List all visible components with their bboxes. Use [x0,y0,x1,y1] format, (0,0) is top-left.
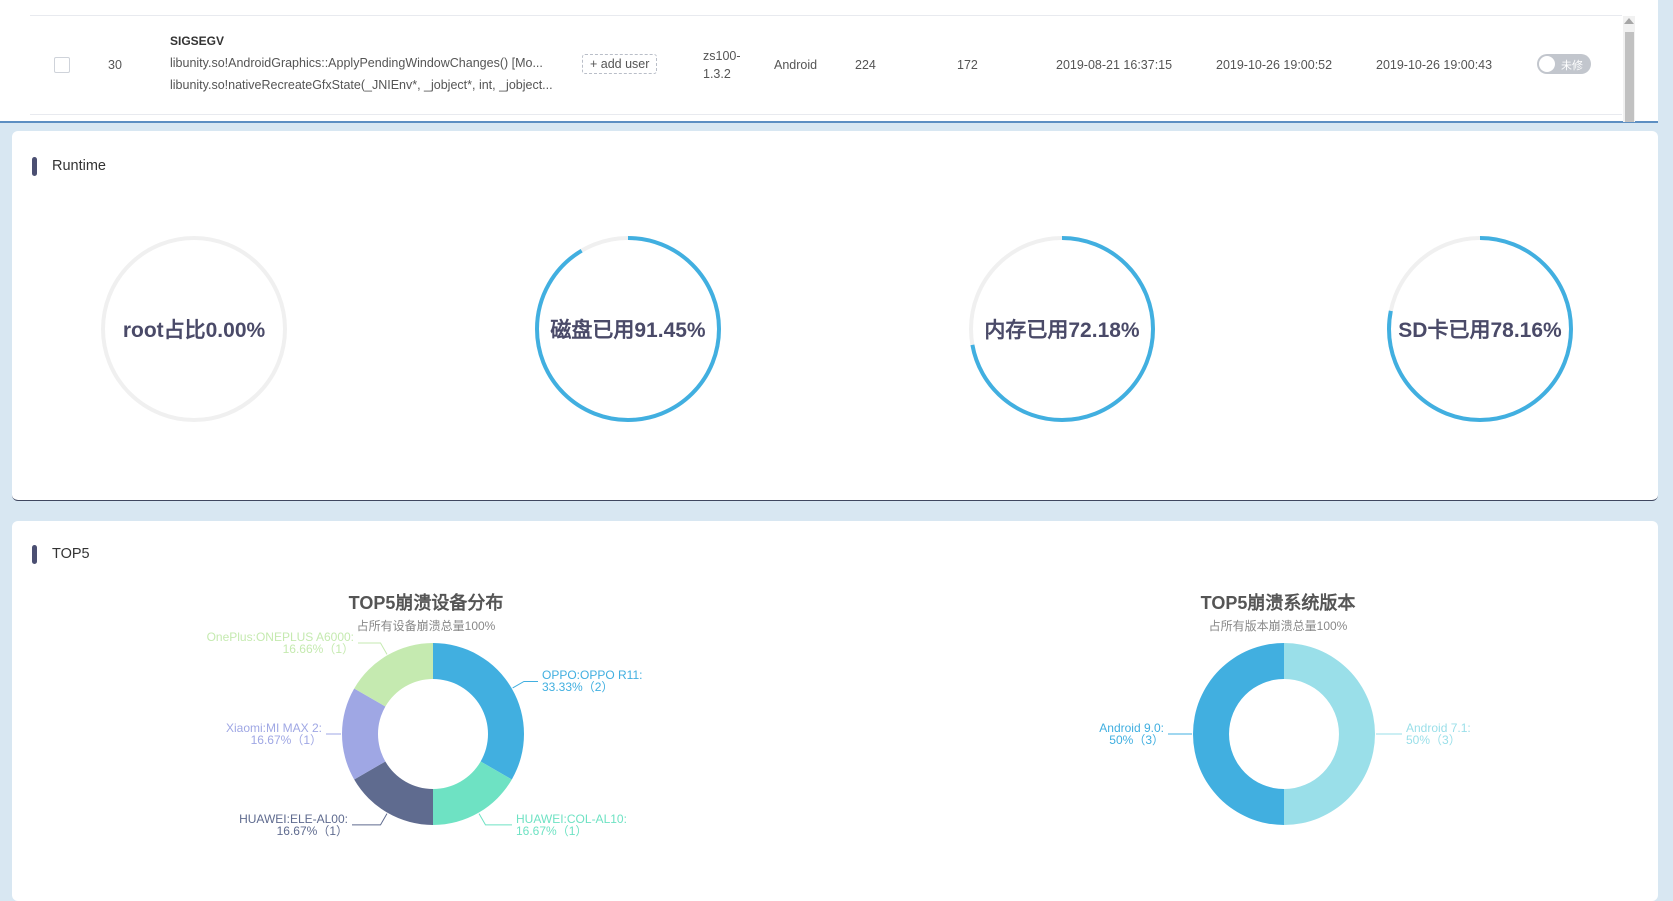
add-user-button[interactable]: + add user [582,54,657,74]
scroll-up-icon[interactable] [1624,18,1634,24]
pie-slice[interactable] [1284,643,1375,825]
crash-count: 224 [855,58,876,72]
pie-label: OPPO:OPPO R11:33.33%（2） [542,669,642,693]
pie-label: Android 7.1:50%（3） [1406,722,1471,746]
table-divider [30,114,1622,115]
crash-signal[interactable]: SIGSEGV [170,34,224,48]
pie-label: HUAWEI:ELE-AL00:16.67%（1） [239,813,348,837]
last-seen-time: 2019-10-26 19:00:52 [1216,58,1332,72]
user-count: 172 [957,58,978,72]
gauge-memory-label: 内存已用72.18% [937,234,1187,424]
toggle-knob [1539,56,1555,72]
pie-label-value: 16.67%（1） [226,734,322,746]
last-report-time: 2019-10-26 19:00:43 [1376,58,1492,72]
gauge-sdcard: SD卡已用78.16% [1385,234,1575,424]
platform: Android [774,58,817,72]
toggle-label: 未修 [1561,57,1583,73]
pie-label: HUAWEI:COL-AL10:16.67%（1） [516,813,627,837]
pie-label-line [513,681,538,688]
app-version-line-1: zs100- [703,49,741,63]
gauge-memory: 内存已用72.18% [967,234,1157,424]
gauge-root-label: root占比0.00% [69,234,319,424]
pie-label-line [352,814,387,825]
runtime-title: Runtime [52,158,106,174]
pie-slice[interactable] [1193,643,1284,825]
pie-label-value: 50%（3） [1406,734,1471,746]
gauge-sdcard-label: SD卡已用78.16% [1355,234,1605,424]
stack-line-1[interactable]: libunity.so!AndroidGraphics::ApplyPendin… [170,56,543,70]
runtime-panel: Runtime root占比0.00% 磁盘已用91.45% 内存已用72.18… [12,131,1658,501]
section-marker [32,157,37,176]
pie-label-value: 16.67%（1） [239,825,348,837]
pie-label-line [479,814,512,825]
pie-slice[interactable] [433,643,524,779]
crash-table: 30 SIGSEGV libunity.so!AndroidGraphics::… [0,0,1658,123]
pie-label: Xiaomi:MI MAX 2:16.67%（1） [226,722,322,746]
donut-charts [12,521,1658,901]
gauge-root: root占比0.00% [99,234,289,424]
top5-panel: TOP5 TOP5崩溃设备分布 占所有设备崩溃总量100% TOP5崩溃系统版本… [12,521,1658,901]
pie-label-value: 16.66%（1） [207,643,354,655]
row-index: 30 [108,58,122,72]
stack-line-2[interactable]: libunity.so!nativeRecreateGfxState(_JNIE… [170,78,553,92]
gauge-disk: 磁盘已用91.45% [533,234,723,424]
first-seen-time: 2019-08-21 16:37:15 [1056,58,1172,72]
fix-status-toggle[interactable]: 未修 [1537,54,1591,74]
pie-label-value: 50%（3） [1099,734,1164,746]
pie-label-value: 33.33%（2） [542,681,642,693]
row-checkbox[interactable] [54,57,70,73]
table-row[interactable]: 30 SIGSEGV libunity.so!AndroidGraphics::… [0,16,1620,114]
pie-label-value: 16.67%（1） [516,825,627,837]
scrollbar-thumb[interactable] [1625,32,1634,122]
pie-label: Android 9.0:50%（3） [1099,722,1164,746]
gauge-disk-label: 磁盘已用91.45% [503,234,753,424]
pie-label: OnePlus:ONEPLUS A6000:16.66%（1） [207,631,354,655]
pie-label-line [358,643,387,654]
app-version-line-2: 1.3.2 [703,67,731,81]
